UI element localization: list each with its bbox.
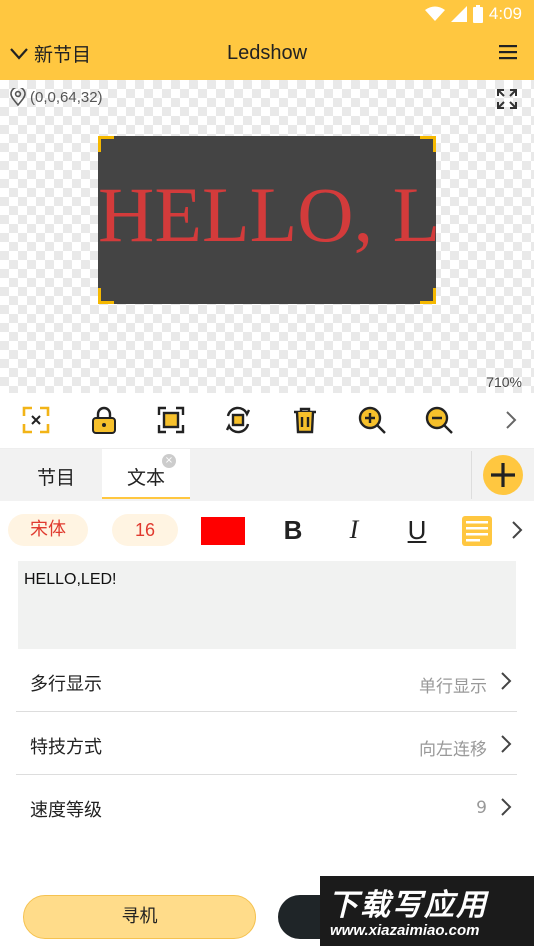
underline-button[interactable]: U bbox=[402, 515, 432, 545]
coordinates-text: (0,0,64,32) bbox=[30, 88, 103, 106]
search-device-button[interactable]: 寻机 bbox=[23, 895, 256, 939]
toolbar-more-button[interactable] bbox=[504, 405, 524, 437]
font-size-select[interactable]: 16 bbox=[112, 514, 178, 546]
fullscreen-icon bbox=[497, 89, 517, 109]
lock-icon bbox=[92, 406, 116, 434]
setting-label: 速度等级 bbox=[30, 800, 102, 821]
expand-button[interactable] bbox=[21, 405, 53, 437]
watermark-title: 下载写应用 bbox=[328, 888, 488, 923]
chevron-right-icon bbox=[501, 672, 512, 690]
wifi-icon bbox=[424, 6, 445, 21]
text-color-picker[interactable] bbox=[201, 517, 245, 545]
format-bar: 宋体 16 B I U bbox=[0, 501, 534, 559]
signal-icon bbox=[450, 6, 467, 22]
preview-canvas[interactable]: (0,0,64,32) HELLO, LED! 710% bbox=[0, 80, 534, 393]
chevron-right-icon bbox=[501, 735, 512, 753]
resize-handle-bottom-right[interactable] bbox=[420, 288, 436, 304]
chevron-right-icon bbox=[506, 411, 517, 429]
zoom-in-button[interactable] bbox=[357, 405, 389, 437]
lock-button[interactable] bbox=[89, 405, 121, 437]
expand-icon bbox=[22, 406, 50, 434]
location-pin-icon bbox=[10, 88, 26, 106]
zoom-in-icon bbox=[358, 406, 386, 434]
status-time: 4:09 bbox=[488, 4, 522, 23]
chevron-right-icon bbox=[501, 798, 512, 816]
trash-icon bbox=[294, 407, 316, 434]
coordinates-readout: (0,0,64,32) bbox=[10, 88, 103, 106]
edit-toolbar bbox=[0, 393, 534, 449]
setting-value: 向左连移 bbox=[419, 740, 487, 760]
zoom-out-icon bbox=[425, 406, 453, 434]
fit-area-button[interactable] bbox=[156, 405, 188, 437]
title-bar: 新节目 Ledshow bbox=[0, 28, 534, 80]
font-family-select[interactable]: 宋体 bbox=[8, 514, 88, 546]
format-more-button[interactable] bbox=[510, 517, 524, 543]
fit-area-icon bbox=[157, 406, 185, 434]
setting-value: 单行显示 bbox=[419, 677, 487, 697]
add-element-button[interactable] bbox=[483, 455, 523, 495]
align-button[interactable] bbox=[462, 516, 492, 546]
zoom-out-button[interactable] bbox=[424, 405, 456, 437]
watermark-url: www.xiazaimiao.com bbox=[330, 922, 480, 939]
menu-icon bbox=[499, 45, 517, 60]
menu-button[interactable] bbox=[498, 42, 518, 62]
italic-button[interactable]: I bbox=[339, 515, 369, 545]
tab-text[interactable]: 文本 bbox=[102, 449, 190, 499]
status-bar: 4:09 bbox=[0, 0, 534, 28]
setting-value: 9 bbox=[476, 798, 487, 818]
led-display-area[interactable]: HELLO, LED! bbox=[98, 136, 436, 304]
chevron-right-icon bbox=[512, 521, 523, 539]
tab-close-button[interactable]: × bbox=[162, 454, 176, 468]
resize-handle-top-right[interactable] bbox=[420, 136, 436, 152]
delete-button[interactable] bbox=[290, 405, 322, 437]
setting-row-speed[interactable]: 速度等级 9 bbox=[16, 776, 517, 838]
text-content-input[interactable]: HELLO,LED! bbox=[18, 561, 516, 649]
setting-row-multiline[interactable]: 多行显示 单行显示 bbox=[16, 650, 517, 712]
bold-button[interactable]: B bbox=[278, 515, 308, 545]
app-title: Ledshow bbox=[226, 42, 308, 64]
resize-handle-bottom-left[interactable] bbox=[98, 288, 114, 304]
resize-handle-top-left[interactable] bbox=[98, 136, 114, 152]
rotate-icon bbox=[225, 406, 251, 434]
led-display-text: HELLO, LED! bbox=[98, 171, 436, 258]
watermark-logo: 下载写应用 www.xiazaimiao.com bbox=[320, 876, 534, 946]
setting-row-effect[interactable]: 特技方式 向左连移 bbox=[16, 713, 517, 775]
setting-label: 特技方式 bbox=[30, 737, 102, 758]
battery-icon bbox=[472, 5, 483, 23]
rotate-button[interactable] bbox=[223, 405, 255, 437]
tab-bar: 节目 文本 × bbox=[0, 449, 534, 501]
plus-icon bbox=[491, 463, 515, 487]
align-icon bbox=[466, 521, 488, 542]
tab-program[interactable]: 节目 bbox=[16, 449, 96, 499]
zoom-level: 710% bbox=[486, 374, 522, 390]
fullscreen-button[interactable] bbox=[496, 88, 518, 110]
setting-label: 多行显示 bbox=[30, 674, 102, 695]
status-icons: 4:09 bbox=[424, 4, 522, 24]
tab-divider bbox=[471, 451, 472, 499]
